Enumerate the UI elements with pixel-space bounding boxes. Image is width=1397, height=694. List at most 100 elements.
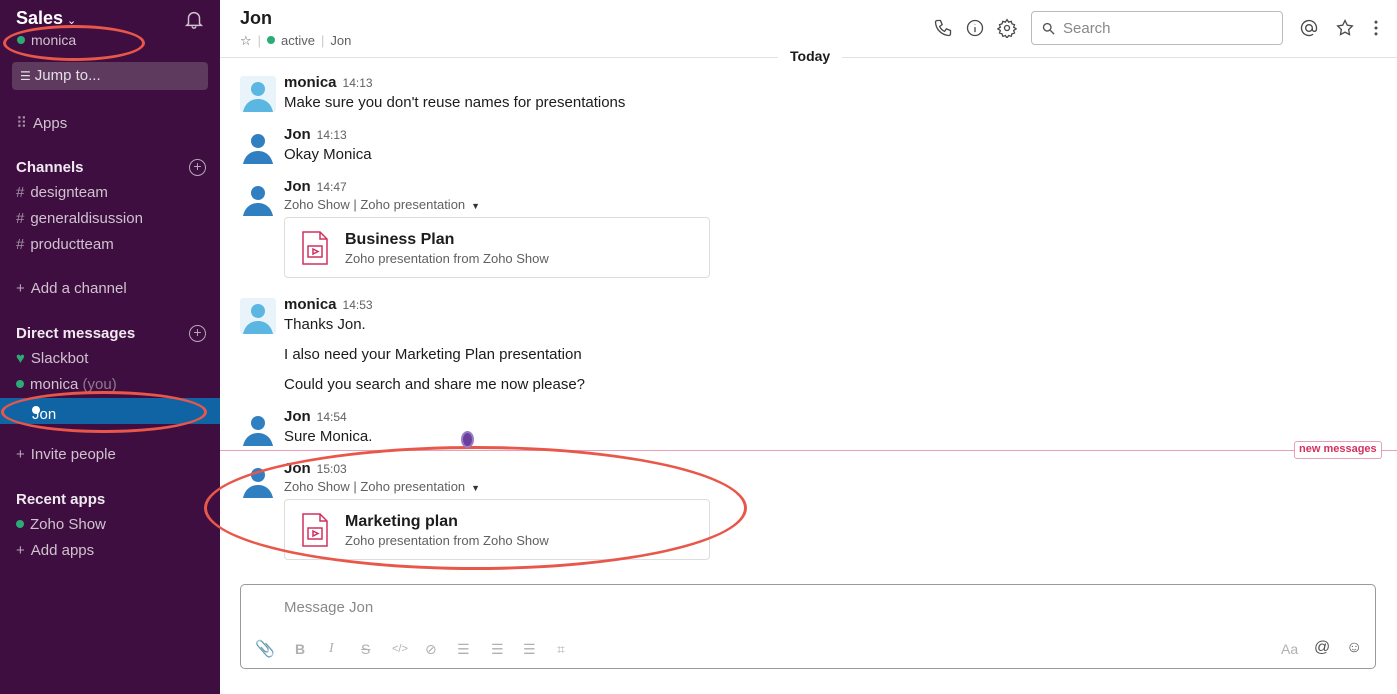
formatting-toggle[interactable]: Aa <box>1281 641 1298 657</box>
message-author[interactable]: Jon 14:54 <box>284 408 347 425</box>
message-time: 14:47 <box>316 180 347 194</box>
sidebar-item-productteam[interactable]: # productteam <box>16 236 114 258</box>
gear-icon[interactable] <box>997 18 1017 38</box>
attachment-title: Marketing plan <box>345 513 458 530</box>
message-time: 15:03 <box>316 462 347 476</box>
search-input[interactable]: Search <box>1031 11 1283 45</box>
avatar[interactable] <box>240 298 276 334</box>
hash-icon: # <box>16 184 25 201</box>
hash-icon: # <box>16 210 25 227</box>
jump-icon: ☰ <box>20 69 31 83</box>
sidebar-item-apps[interactable]: ⠿ Apps <box>16 114 67 136</box>
avatar[interactable] <box>240 462 276 498</box>
mention-icon[interactable]: @ <box>1314 639 1330 657</box>
channel-label: productteam <box>30 236 114 253</box>
italic-icon[interactable]: I <box>329 641 334 657</box>
invite-people-link[interactable]: + Invite people <box>16 446 116 468</box>
add-channel-icon[interactable]: + <box>189 159 206 176</box>
presence-dot <box>267 36 276 44</box>
sidebar-item-generaldisussion[interactable]: # generaldisussion <box>16 210 143 232</box>
message-author[interactable]: Jon 14:13 <box>284 126 347 143</box>
attachment-icon[interactable]: 📎 <box>255 639 275 659</box>
member-name: Jon <box>330 33 352 48</box>
app-source[interactable]: Zoho Show | Zoho presentation ▼ <box>284 197 480 212</box>
code-icon[interactable]: </> <box>392 643 408 655</box>
sidebar-item-jon[interactable]: Jon <box>0 398 220 424</box>
star-icon[interactable] <box>1335 18 1355 38</box>
message-text: Thanks Jon. <box>284 316 366 333</box>
channels-heading[interactable]: Channels <box>16 159 84 176</box>
channel-label: designteam <box>30 184 108 201</box>
dm-label: monica <box>30 376 79 393</box>
code-block-icon[interactable]: ⌗ <box>557 641 565 658</box>
date-divider: Today <box>778 48 843 64</box>
message-input[interactable] <box>284 599 1184 616</box>
chevron-down-icon: ⌄ <box>67 15 77 27</box>
presentation-file-icon <box>302 513 328 547</box>
message-list: monica 14:13 Make sure you don't reuse na… <box>220 58 1397 578</box>
sidebar-item-slackbot[interactable]: ♥ Slackbot <box>16 350 88 372</box>
slack-window: Sales ⌄ monica ☰ Jump to... ⠿ Apps Channels… <box>0 0 1397 694</box>
avatar[interactable] <box>240 180 276 216</box>
file-attachment[interactable]: Business Plan Zoho presentation from Zoh… <box>284 217 710 278</box>
add-channel-link[interactable]: + Add a channel <box>16 280 127 302</box>
dm-label: Jon <box>32 406 57 423</box>
strikethrough-icon[interactable]: S <box>361 641 370 657</box>
page-title[interactable]: Jon <box>240 8 272 29</box>
bulleted-list-icon[interactable]: ☰ <box>491 641 504 658</box>
add-apps-link[interactable]: + Add apps <box>16 542 94 564</box>
presence-dot <box>17 36 25 44</box>
new-messages-badge[interactable]: new messages <box>1294 441 1382 459</box>
message-time: 14:53 <box>342 298 373 312</box>
message-composer: 📎 B I S </> ⊘ ☰ ☰ ☰ ⌗ Aa @ ☺ <box>240 584 1376 669</box>
info-icon[interactable] <box>965 18 985 38</box>
avatar[interactable] <box>240 76 276 112</box>
more-icon[interactable] <box>1366 18 1386 38</box>
recent-apps-heading: Recent apps <box>16 491 106 508</box>
app-label: Zoho Show <box>30 516 106 533</box>
sidebar-item-monica[interactable]: monica (you) <box>16 376 117 398</box>
channel-label: generaldisussion <box>30 210 143 227</box>
workspace-menu[interactable]: Sales ⌄ <box>16 8 76 29</box>
jump-to-label: Jump to... <box>34 67 101 84</box>
app-source[interactable]: Zoho Show | Zoho presentation ▼ <box>284 479 480 494</box>
phone-icon[interactable] <box>933 18 953 38</box>
channel-meta: ☆ | active | Jon <box>240 33 352 48</box>
star-icon[interactable]: ☆ <box>240 33 252 48</box>
blockquote-icon[interactable]: ☰ <box>523 641 536 658</box>
message-author[interactable]: Jon 15:03 <box>284 460 347 477</box>
apps-grid-icon: ⠿ <box>16 115 27 132</box>
dm-label: Slackbot <box>30 350 89 367</box>
caret-down-icon: ▼ <box>471 201 481 211</box>
jump-to-button[interactable]: ☰ Jump to... <box>12 62 208 90</box>
avatar[interactable] <box>240 128 276 164</box>
bold-icon[interactable]: B <box>295 641 305 657</box>
message-author[interactable]: Jon 14:47 <box>284 178 347 195</box>
sidebar-item-designteam[interactable]: # designteam <box>16 184 108 206</box>
link-icon[interactable]: ⊘ <box>425 641 437 658</box>
plus-icon: + <box>16 280 25 297</box>
current-user-name: monica <box>31 32 77 48</box>
avatar[interactable] <box>240 410 276 446</box>
message-author[interactable]: monica 14:13 <box>284 74 373 91</box>
dm-heading[interactable]: Direct messages <box>16 325 135 342</box>
current-user[interactable]: monica <box>17 32 76 48</box>
message-text: Sure Monica. <box>284 428 373 445</box>
file-attachment[interactable]: Marketing plan Zoho presentation from Zo… <box>284 499 710 560</box>
add-apps-label: Add apps <box>30 542 95 559</box>
heart-icon: ♥ <box>16 350 25 367</box>
add-dm-icon[interactable]: + <box>189 325 206 342</box>
sidebar: Sales ⌄ monica ☰ Jump to... ⠿ Apps Channels… <box>0 0 220 694</box>
emoji-icon[interactable]: ☺ <box>1346 639 1362 657</box>
new-messages-divider <box>220 450 1397 451</box>
sidebar-item-zoho-show[interactable]: Zoho Show <box>16 516 106 538</box>
search-icon <box>1042 22 1055 35</box>
caret-down-icon: ▼ <box>471 483 481 493</box>
search-placeholder: Search <box>1063 20 1111 37</box>
you-label: (you) <box>82 376 117 393</box>
mentions-icon[interactable] <box>1299 18 1319 38</box>
bell-icon[interactable] <box>183 8 205 30</box>
ordered-list-icon[interactable]: ☰ <box>457 641 470 658</box>
presence-dot <box>16 380 24 388</box>
message-author[interactable]: monica 14:53 <box>284 296 373 313</box>
